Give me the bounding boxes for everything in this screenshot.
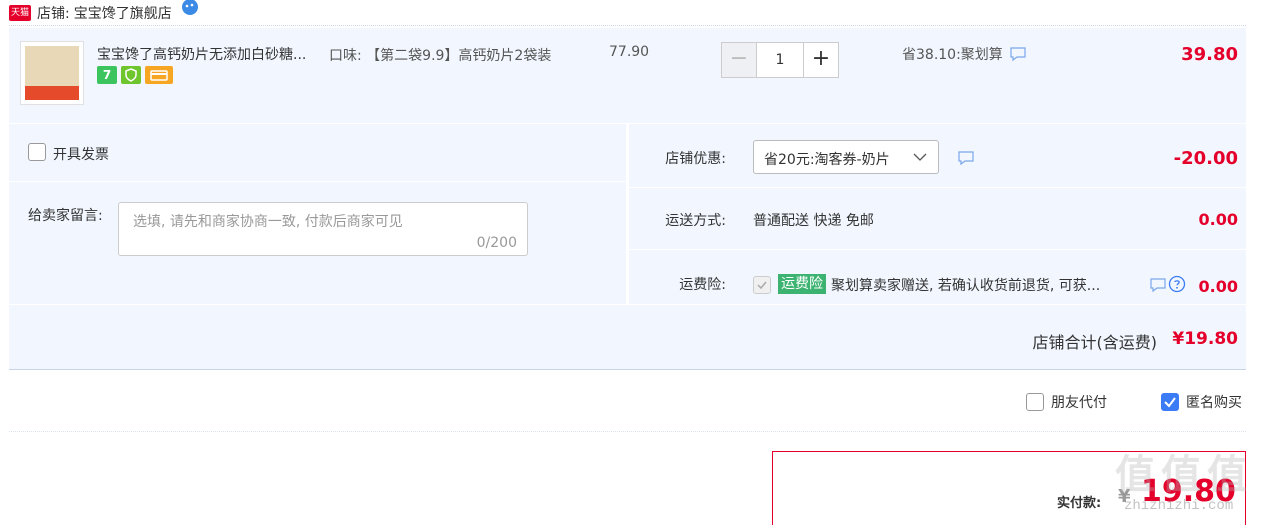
insurance-checkbox[interactable] bbox=[753, 276, 771, 294]
friend-pay-option[interactable]: 朋友代付 bbox=[1026, 392, 1107, 412]
comment-icon[interactable] bbox=[1009, 46, 1027, 62]
unit-price: 77.90 bbox=[609, 44, 650, 60]
insurance-amount: 0.00 bbox=[1198, 277, 1238, 296]
store-name-link[interactable]: 宝宝馋了旗舰店 bbox=[74, 3, 172, 23]
service-tags: 7 bbox=[97, 66, 173, 84]
store-label: 店铺: bbox=[37, 5, 70, 22]
quantity-stepper: − 1 + bbox=[721, 42, 839, 78]
tmall-badge-icon: 天猫 bbox=[9, 4, 31, 21]
friend-pay-label: 朋友代付 bbox=[1051, 395, 1107, 411]
shipping-method: 普通配送 快递 免邮 bbox=[753, 213, 874, 229]
coupon-select[interactable]: 省20元:淘客券-奶片 bbox=[753, 140, 939, 174]
watermark-url: zhizhizhi.com bbox=[1124, 498, 1234, 514]
store-total-row: 店铺合计(含运费) ¥19.80 bbox=[9, 305, 1246, 370]
store-header: 天猫 店铺: 宝宝馋了旗舰店 bbox=[9, 0, 1246, 26]
coupon-amount: -20.00 bbox=[1173, 148, 1238, 169]
seller-memo-input[interactable]: 选填, 请先和商家协商一致, 付款后商家可见 0/200 bbox=[118, 202, 528, 256]
store-coupon-row: 店铺优惠: 省20元:淘客券-奶片 -20.00 bbox=[629, 124, 1246, 188]
shield-guarantee-icon[interactable] bbox=[121, 66, 141, 84]
chevron-down-icon bbox=[912, 149, 928, 165]
credit-card-icon[interactable] bbox=[145, 66, 173, 84]
discount-text: 省38.10:聚划算 bbox=[902, 47, 1003, 63]
anonymous-purchase-option[interactable]: 匿名购买 bbox=[1161, 392, 1242, 412]
shipping-amount: 0.00 bbox=[1198, 210, 1238, 229]
invoice-row: 开具发票 bbox=[9, 124, 626, 182]
quantity-input[interactable]: 1 bbox=[757, 42, 803, 78]
coupon-label: 店铺优惠: bbox=[665, 151, 726, 167]
insurance-badge: 运费险 bbox=[778, 274, 826, 294]
invoice-label[interactable]: 开具发票 bbox=[53, 144, 109, 164]
friend-pay-checkbox[interactable] bbox=[1026, 393, 1044, 411]
shipping-label: 运送方式: bbox=[665, 213, 726, 229]
item-total-price: 39.80 bbox=[1181, 44, 1238, 65]
comment-icon[interactable] bbox=[957, 150, 975, 166]
insurance-label: 运费险: bbox=[679, 277, 726, 293]
help-question-icon[interactable] bbox=[1168, 275, 1186, 293]
order-summary-panel: 店铺优惠: 省20元:淘客券-奶片 -20.00 运送方式: 普通配送 快递 免… bbox=[629, 124, 1246, 304]
shipping-row: 运送方式: 普通配送 快递 免邮 0.00 bbox=[629, 188, 1246, 250]
order-item-row: 宝宝馋了高钙奶片无添加白砂糖... 7 口味: 【第二袋9.9】高钙奶片2袋装 … bbox=[9, 28, 1246, 123]
watermark-logo: 值值值 bbox=[1115, 451, 1253, 498]
increase-quantity-button[interactable]: + bbox=[803, 42, 839, 78]
memo-placeholder: 选填, 请先和商家协商一致, 付款后商家可见 bbox=[133, 214, 403, 230]
invoice-checkbox[interactable] bbox=[28, 143, 46, 161]
shipping-insurance-row: 运费险: 运费险 聚划算卖家赠送, 若确认收货前退货, 可获... 0.00 bbox=[629, 250, 1246, 304]
decrease-quantity-button[interactable]: − bbox=[721, 42, 757, 78]
coupon-selected-value: 省20元:淘客券-奶片 bbox=[764, 152, 890, 168]
store-total-amount: ¥19.80 bbox=[1172, 329, 1238, 349]
memo-label: 给卖家留言: bbox=[28, 208, 103, 224]
store-total-label: 店铺合计(含运费) bbox=[1032, 333, 1158, 352]
item-discount: 省38.10:聚划算 bbox=[902, 44, 1027, 64]
seven-day-return-icon[interactable]: 7 bbox=[97, 66, 117, 84]
actual-payment-label: 实付款: bbox=[1057, 496, 1102, 511]
anonymous-purchase-checkbox[interactable] bbox=[1161, 393, 1179, 411]
memo-char-counter: 0/200 bbox=[476, 235, 517, 251]
anonymous-purchase-label: 匿名购买 bbox=[1186, 395, 1242, 411]
product-thumbnail[interactable] bbox=[20, 41, 84, 105]
payment-options-row: 朋友代付 匿名购买 bbox=[9, 372, 1246, 432]
comment-icon[interactable] bbox=[1149, 277, 1167, 293]
order-extras-panel: 开具发票 给卖家留言: 选填, 请先和商家协商一致, 付款后商家可见 0/200 bbox=[9, 124, 626, 304]
sku-spec: 口味: 【第二袋9.9】高钙奶片2袋装 bbox=[329, 48, 552, 64]
product-title-link[interactable]: 宝宝馋了高钙奶片无添加白砂糖... bbox=[97, 44, 327, 64]
insurance-description: 聚划算卖家赠送, 若确认收货前退货, 可获... bbox=[831, 278, 1101, 294]
wangwang-chat-icon[interactable] bbox=[180, 0, 200, 16]
